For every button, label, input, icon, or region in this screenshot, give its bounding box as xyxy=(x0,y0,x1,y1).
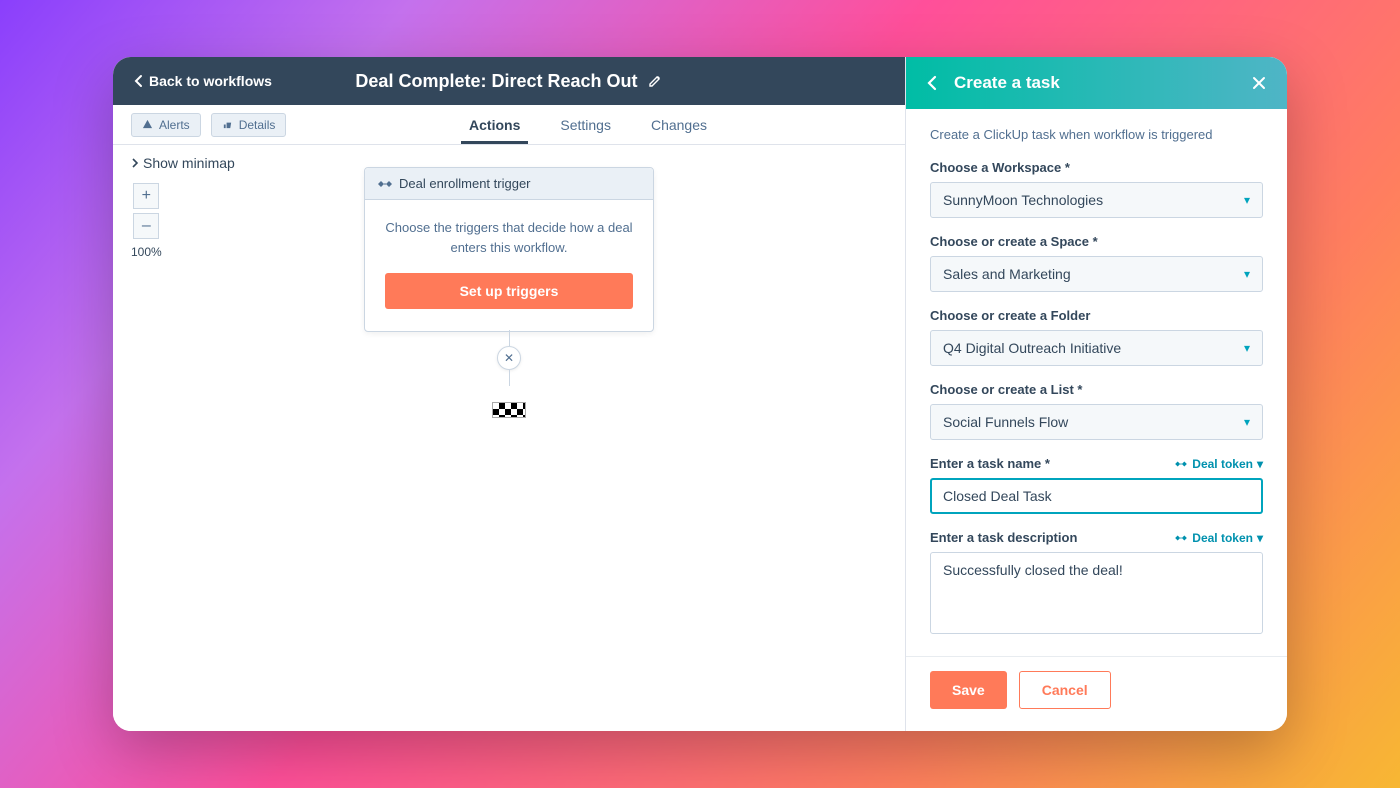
panel-header: Create a task xyxy=(906,57,1287,109)
chevron-down-icon: ▾ xyxy=(1257,457,1263,471)
task-description-input[interactable]: Successfully closed the deal! xyxy=(930,552,1263,634)
handshake-icon xyxy=(377,178,393,190)
deal-token-label: Deal token xyxy=(1192,457,1253,471)
task-name-value: Closed Deal Task xyxy=(943,488,1052,504)
panel-body: Create a ClickUp task when workflow is t… xyxy=(906,109,1287,656)
finish-flag-icon xyxy=(492,402,526,418)
trigger-node[interactable]: Deal enrollment trigger Choose the trigg… xyxy=(364,167,654,332)
tab-changes[interactable]: Changes xyxy=(651,105,707,144)
workspace-value: SunnyMoon Technologies xyxy=(943,192,1103,208)
taskname-label: Enter a task name * xyxy=(930,456,1050,471)
deal-token-link-name[interactable]: Deal token ▾ xyxy=(1174,457,1263,471)
top-bar: Back to workflows Deal Complete: Direct … xyxy=(113,57,905,105)
zoom-in-button[interactable]: + xyxy=(133,183,159,209)
folder-value: Q4 Digital Outreach Initiative xyxy=(943,340,1121,356)
handshake-icon xyxy=(1174,533,1188,543)
task-name-input[interactable]: Closed Deal Task xyxy=(930,478,1263,514)
list-label: Choose or create a List * xyxy=(930,382,1082,397)
space-select[interactable]: Sales and Marketing xyxy=(930,256,1263,292)
tab-changes-label: Changes xyxy=(651,117,707,133)
connector: ✕ xyxy=(492,330,526,418)
folder-label: Choose or create a Folder xyxy=(930,308,1090,323)
task-description-value: Successfully closed the deal! xyxy=(943,562,1123,578)
main-panel: Back to workflows Deal Complete: Direct … xyxy=(113,57,905,731)
zoom-out-button[interactable]: – xyxy=(133,213,159,239)
space-label: Choose or create a Space * xyxy=(930,234,1098,249)
folder-select[interactable]: Q4 Digital Outreach Initiative xyxy=(930,330,1263,366)
tab-settings[interactable]: Settings xyxy=(560,105,611,144)
taskdesc-label: Enter a task description xyxy=(930,530,1077,545)
thumb-icon xyxy=(222,119,233,130)
panel-footer: Save Cancel xyxy=(906,656,1287,731)
chevron-down-icon: ▾ xyxy=(1257,531,1263,545)
connector-line xyxy=(509,330,510,346)
details-label: Details xyxy=(239,118,276,132)
list-select[interactable]: Social Funnels Flow xyxy=(930,404,1263,440)
deal-token-label2: Deal token xyxy=(1192,531,1253,545)
app-window: Back to workflows Deal Complete: Direct … xyxy=(113,57,1287,731)
handshake-icon xyxy=(1174,459,1188,469)
close-icon[interactable] xyxy=(1251,75,1267,91)
panel-title: Create a task xyxy=(954,73,1251,93)
pencil-icon[interactable] xyxy=(648,74,662,88)
deal-token-link-desc[interactable]: Deal token ▾ xyxy=(1174,531,1263,545)
details-button[interactable]: Details xyxy=(211,113,287,137)
tab-actions[interactable]: Actions xyxy=(469,105,520,144)
save-button[interactable]: Save xyxy=(930,671,1007,709)
warning-icon xyxy=(142,119,153,130)
show-minimap-toggle[interactable]: Show minimap xyxy=(131,155,235,171)
tab-actions-label: Actions xyxy=(469,117,520,133)
workflow-title: Deal Complete: Direct Reach Out xyxy=(355,71,637,92)
trigger-node-header: Deal enrollment trigger xyxy=(365,168,653,200)
setup-triggers-button[interactable]: Set up triggers xyxy=(385,273,633,309)
panel-back-button[interactable] xyxy=(926,75,938,91)
list-value: Social Funnels Flow xyxy=(943,414,1068,430)
zoom-controls: + – 100% xyxy=(131,183,162,259)
workspace-label: Choose a Workspace * xyxy=(930,160,1263,175)
workspace-select[interactable]: SunnyMoon Technologies xyxy=(930,182,1263,218)
alerts-button[interactable]: Alerts xyxy=(131,113,201,137)
toolbar-row: Alerts Details Actions Settings Changes xyxy=(113,105,905,145)
back-to-workflows-link[interactable]: Back to workflows xyxy=(133,73,272,89)
minimap-label: Show minimap xyxy=(143,155,235,171)
trigger-node-body: Choose the triggers that decide how a de… xyxy=(365,200,653,331)
space-value: Sales and Marketing xyxy=(943,266,1071,282)
trigger-node-text: Choose the triggers that decide how a de… xyxy=(385,218,633,257)
zoom-percent: 100% xyxy=(131,245,162,259)
alerts-label: Alerts xyxy=(159,118,190,132)
workflow-title-area: Deal Complete: Direct Reach Out xyxy=(288,71,729,92)
connector-line2 xyxy=(509,370,510,386)
chevron-right-icon xyxy=(131,158,139,168)
tab-settings-label: Settings xyxy=(560,117,611,133)
create-task-panel: Create a task Create a ClickUp task when… xyxy=(905,57,1287,731)
cancel-button[interactable]: Cancel xyxy=(1019,671,1111,709)
remove-node-button[interactable]: ✕ xyxy=(497,346,521,370)
chevron-left-icon xyxy=(133,74,143,88)
trigger-node-title: Deal enrollment trigger xyxy=(399,176,531,191)
tabs: Actions Settings Changes xyxy=(469,105,887,144)
workflow-canvas: Show minimap + – 100% Deal enrollment tr… xyxy=(113,145,905,731)
panel-description: Create a ClickUp task when workflow is t… xyxy=(930,127,1263,142)
back-label: Back to workflows xyxy=(149,73,272,89)
